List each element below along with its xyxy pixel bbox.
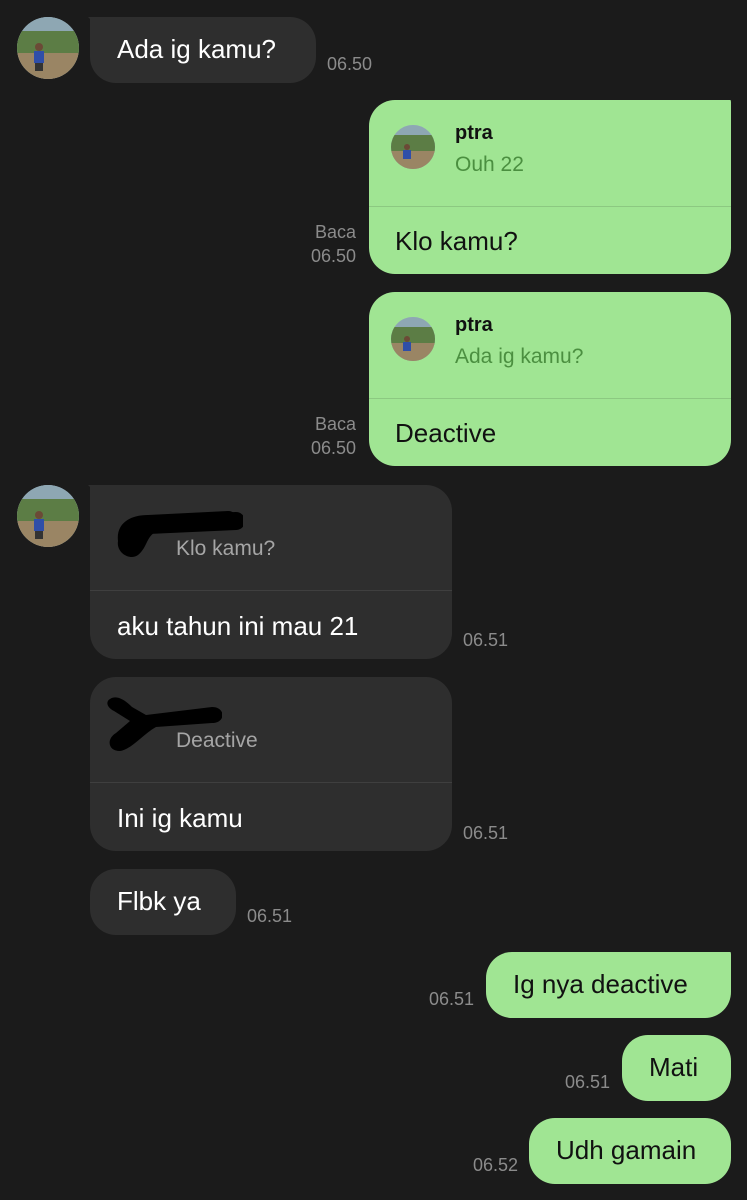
message-text: Flbk ya [117,886,201,916]
incoming-message-bubble[interactable]: Ada ig kamu? [90,17,316,83]
reply-quoted-text: Ouh 22 [455,153,524,176]
reply-divider [369,206,731,207]
message-time: 06.51 [463,630,509,650]
message-time: 06.51 [463,823,509,843]
reply-divider [90,590,452,591]
read-status: Baca [314,414,356,434]
message-text: aku tahun ini mau 21 [117,611,359,641]
reply-avatar [391,125,435,169]
message-text: Klo kamu? [395,226,518,256]
avatar[interactable] [17,17,79,79]
message-text: Ada ig kamu? [117,34,276,64]
message-time: 06.51 [247,906,293,926]
message-time: 06.51 [564,1072,610,1092]
outgoing-reply-bubble[interactable]: ptra Ada ig kamu? Deactive [369,292,731,466]
reply-quoted-text: Ada ig kamu? [455,345,584,368]
reply-avatar [391,317,435,361]
message-time: 06.52 [472,1155,518,1175]
message-time: 06.50 [310,246,356,266]
message-text: Udh gamain [556,1135,697,1165]
incoming-reply-bubble[interactable]: Deactive Ini ig kamu [90,677,452,851]
outgoing-message-bubble[interactable]: Udh gamain [529,1118,731,1184]
message-time: 06.51 [428,989,474,1009]
read-status: Baca [314,222,356,242]
incoming-reply-bubble[interactable]: Klo kamu? aku tahun ini mau 21 [90,485,452,659]
message-text: Mati [649,1052,699,1082]
message-time: 06.50 [327,54,373,74]
message-text: Ig nya deactive [513,969,688,999]
outgoing-reply-bubble[interactable]: ptra Ouh 22 Klo kamu? [369,100,731,274]
incoming-message-bubble[interactable]: Flbk ya [90,869,236,935]
message-time: 06.50 [310,438,356,458]
reply-sender-name: ptra [455,314,493,336]
outgoing-message-bubble[interactable]: Ig nya deactive [486,952,731,1018]
outgoing-message-bubble[interactable]: Mati [622,1035,731,1101]
reply-divider [369,398,731,399]
reply-sender-name: ptra [455,122,493,144]
avatar[interactable] [17,485,79,547]
reply-quoted-text: Deactive [176,729,258,752]
message-text: Ini ig kamu [117,803,243,833]
message-text: Deactive [395,418,497,448]
reply-divider [90,782,452,783]
reply-quoted-text: Klo kamu? [176,537,276,560]
